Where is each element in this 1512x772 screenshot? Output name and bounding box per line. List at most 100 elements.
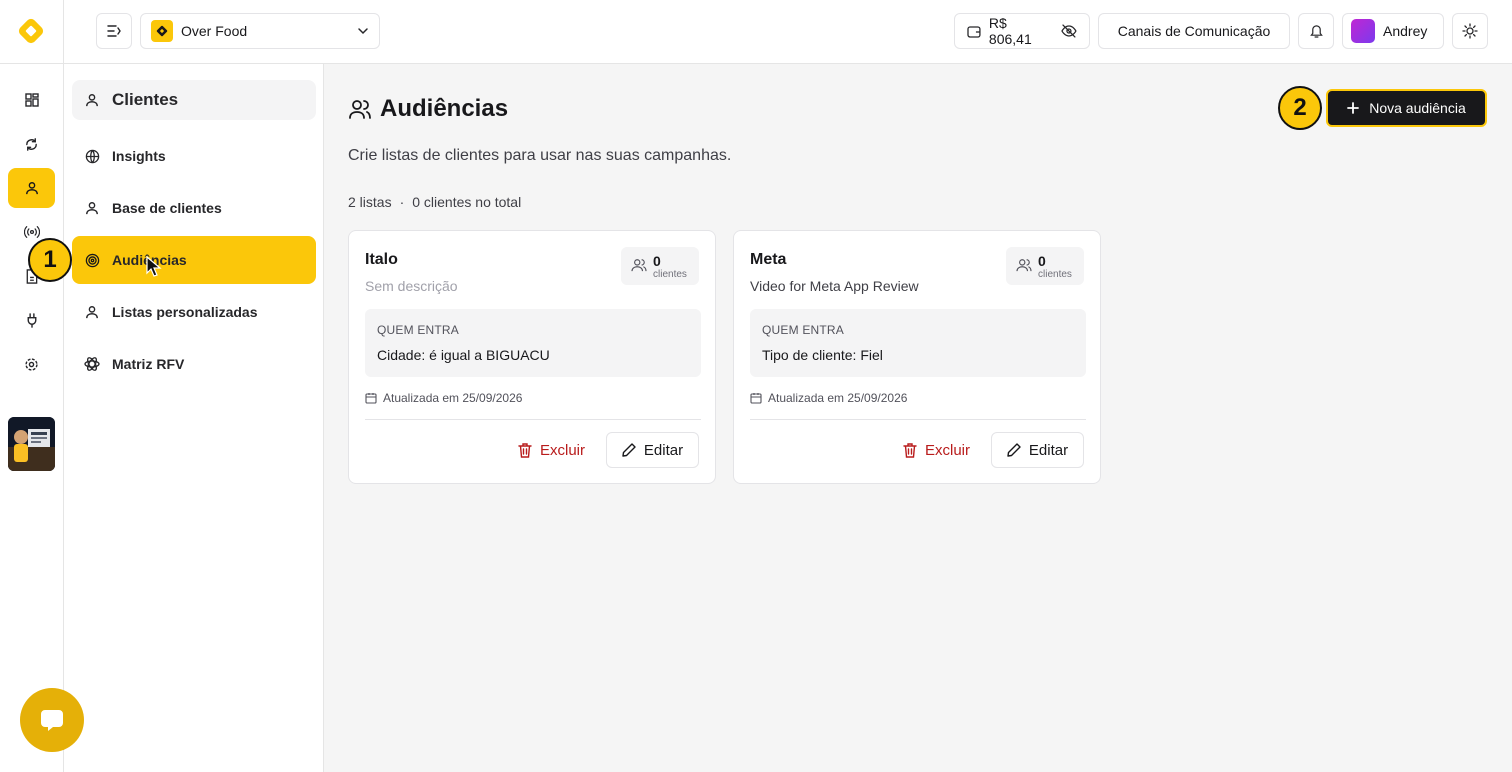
edit-label: Editar [643,441,684,459]
balance-value: R$ 806,41 [988,15,1032,47]
rule-label: QUEM ENTRA [762,323,845,337]
page-title: Audiências [380,95,509,122]
sidebar-toggle-icon [107,25,121,37]
trash-icon [518,442,532,458]
updated-text: Atualizada em 25/09/2026 [383,391,523,405]
delete-label: Excluir [924,441,970,459]
user-icon [84,304,100,320]
chat-icon [41,710,63,731]
subnav-item-matriz-rfv[interactable]: Matriz RFV [72,340,316,388]
card-divider [750,419,1086,420]
rail-divider [0,63,64,64]
new-audience-label: Nova audiência [1369,100,1466,116]
users-icon [349,100,371,119]
pencil-icon [1007,443,1021,457]
audience-card: Meta Video for Meta App Review 0 cliente… [733,230,1101,484]
client-count-label: clientes [653,269,687,280]
user-name: Andrey [1383,23,1428,39]
user-thumbnail[interactable] [8,417,55,471]
client-count-label: clientes [1038,269,1072,280]
client-count-badge: 0 clientes [1006,247,1084,285]
toggle-sidebar-button[interactable] [96,13,132,49]
audience-title: Italo [365,251,398,268]
trash-icon [903,442,917,458]
target-icon [84,252,100,268]
card-divider [365,419,701,420]
audience-description: Sem descrição [365,278,458,294]
subnav-item-base-clientes[interactable]: Base de clientes [72,184,316,232]
rule-label: QUEM ENTRA [377,323,460,337]
calendar-icon [750,393,762,404]
user-menu-button[interactable]: Andrey [1342,13,1444,49]
subnav-item-audiencias[interactable]: Audiências [72,236,316,284]
main-content: Audiências Crie listas de clientes para … [324,64,1512,772]
app-logo[interactable] [14,14,48,48]
store-name: Over Food [181,23,248,39]
new-audience-button[interactable]: Nova audiência [1326,89,1487,127]
client-count-badge: 0 clientes [621,247,699,285]
edit-button[interactable]: Editar [606,432,699,468]
user-icon [84,200,100,216]
chat-launcher-button[interactable] [20,688,84,752]
subnav-title-label: Clientes [112,90,179,109]
edit-button[interactable]: Editar [991,432,1084,468]
users-icon [631,259,647,272]
subnav-item-listas[interactable]: Listas personalizadas [72,288,316,336]
client-count: 0 [653,253,661,269]
chevron-down-icon [357,27,369,35]
delete-button[interactable]: Excluir [518,432,585,468]
audience-title: Meta [750,251,787,268]
pencil-icon [622,443,636,457]
stats-lists: 2 listas [348,194,392,210]
rule-value: Cidade: é igual a BIGUACU [377,347,550,363]
notifications-button[interactable] [1298,13,1334,49]
refresh-icon[interactable] [8,124,55,164]
user-icon [84,92,100,108]
client-count: 0 [1038,253,1046,269]
dashboard-icon[interactable] [8,80,55,120]
eye-off-icon[interactable] [1061,24,1077,38]
audience-card: Italo Sem descrição 0 clientes QUEM ENTR… [348,230,716,484]
subnav-item-label: Insights [112,148,166,164]
audience-rule: QUEM ENTRA Cidade: é igual a BIGUACU [365,309,701,377]
atom-icon [84,356,100,372]
wallet-icon [967,25,981,38]
avatar [1351,19,1375,43]
page-subtitle: Crie listas de clientes para usar nas su… [348,147,732,164]
subnav-item-insights[interactable]: Insights [72,132,316,180]
updated-date: Atualizada em 25/09/2026 [365,391,522,405]
stats-clients: 0 clientes no total [412,194,522,210]
subnav-title[interactable]: Clientes [72,80,316,120]
updated-date: Atualizada em 25/09/2026 [750,391,907,405]
subnav-item-label: Matriz RFV [112,356,185,372]
page-header: Audiências [348,95,508,123]
channels-label: Canais de Comunicação [1117,23,1271,39]
delete-button[interactable]: Excluir [903,432,970,468]
stats-separator: · [399,194,405,210]
calendar-icon [365,393,377,404]
store-selector[interactable]: Over Food [140,13,380,49]
settings-icon[interactable] [8,344,55,384]
users-icon [1016,259,1032,272]
plus-icon [1347,102,1360,114]
subnav-item-label: Listas personalizadas [112,304,258,320]
plug-icon[interactable] [8,300,55,340]
balance-button[interactable]: R$ 806,41 [954,13,1090,49]
subnav-item-label: Base de clientes [112,200,222,216]
channels-button[interactable]: Canais de Comunicação [1098,13,1290,49]
icon-rail [0,0,64,772]
theme-toggle-button[interactable] [1452,13,1488,49]
audience-description: Video for Meta App Review [750,278,919,294]
bell-icon [1309,25,1323,38]
globe-icon [84,148,100,164]
store-logo-icon [151,20,173,42]
step-badge-1: 1 [28,238,72,282]
clients-subnav: Clientes Insights Base de clientes Audiê… [64,64,324,772]
delete-label: Excluir [539,441,585,459]
sun-icon [1462,23,1478,39]
clients-icon[interactable] [8,168,55,208]
rule-value: Tipo de cliente: Fiel [762,347,883,363]
mouse-cursor-icon [146,256,162,277]
edit-label: Editar [1028,441,1069,459]
step-badge-2: 2 [1278,86,1322,130]
